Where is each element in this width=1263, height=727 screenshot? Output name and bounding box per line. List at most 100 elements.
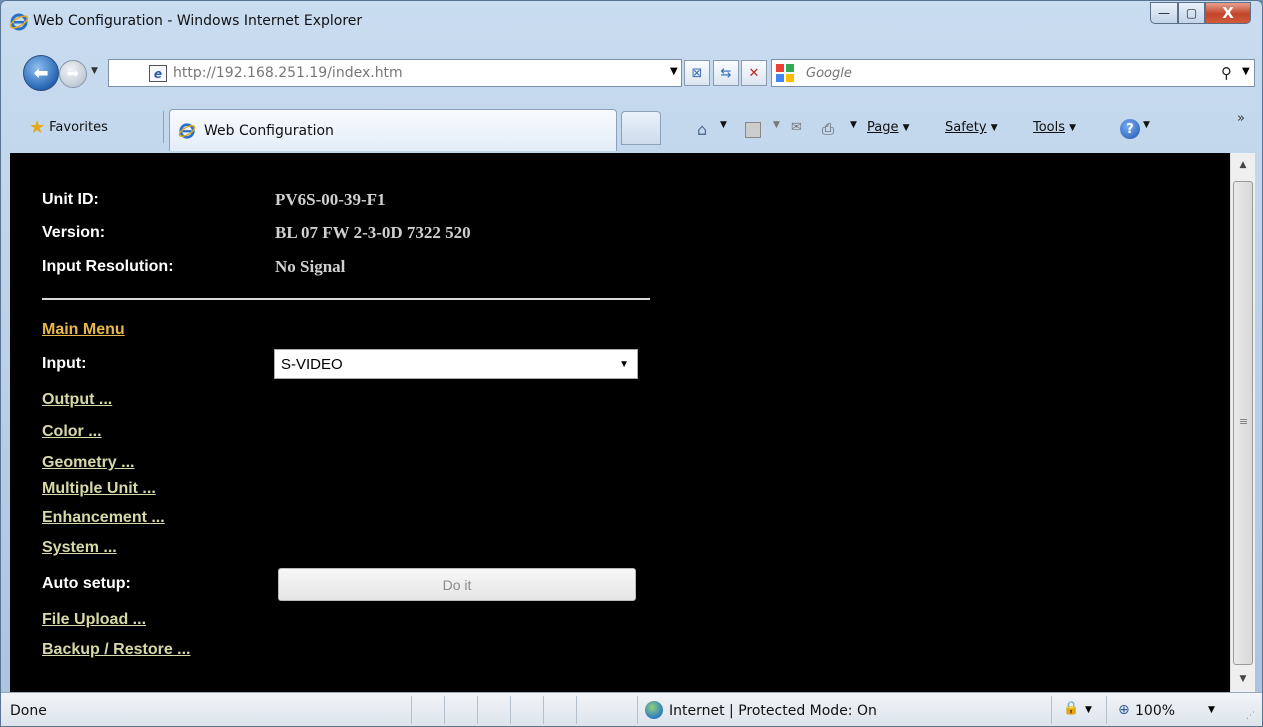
input-label: Input: <box>42 355 87 372</box>
search-box[interactable]: ⚲ ▼ <box>771 59 1255 87</box>
address-dropdown[interactable]: ▼ <box>670 66 678 77</box>
multiple-unit-link[interactable]: Multiple Unit ... <box>42 480 156 498</box>
zone-settings-icon[interactable]: 🔒 <box>1063 701 1079 716</box>
compatibility-view-button[interactable]: ⊠ <box>684 60 710 86</box>
grip-icon: ≡ <box>1239 415 1249 428</box>
enhancement-link[interactable]: Enhancement ... <box>42 509 165 527</box>
stop-icon: ✕ <box>748 65 760 81</box>
status-divider <box>1106 696 1107 724</box>
arrow-left-icon: ⬅ <box>33 62 49 84</box>
search-icon[interactable]: ⚲ <box>1221 64 1232 82</box>
chevron-down-icon: ▼ <box>619 359 629 370</box>
resize-grip-icon[interactable]: ⋰ <box>1246 711 1255 721</box>
print-icon[interactable]: ⎙ <box>822 120 834 138</box>
refresh-icon: ⇆ <box>720 65 732 81</box>
mail-icon[interactable]: ✉ <box>791 120 802 135</box>
google-icon <box>776 64 794 82</box>
status-text: Done <box>10 703 47 719</box>
refresh-button[interactable]: ⇆ <box>713 60 739 86</box>
system-link[interactable]: System ... <box>42 539 117 557</box>
zone-dropdown[interactable]: ▼ <box>1085 705 1092 715</box>
arrow-right-icon: ➡ <box>67 66 79 82</box>
status-divider <box>637 696 638 724</box>
page-menu-label: Page <box>867 120 899 135</box>
page-menu[interactable]: Page ▼ <box>867 120 910 135</box>
toolbar-overflow-chevron-icon[interactable]: » <box>1237 111 1245 126</box>
close-button[interactable]: X <box>1205 2 1251 24</box>
status-divider <box>1051 696 1052 724</box>
version-value: BL 07 FW 2-3-0D 7322 520 <box>275 223 471 242</box>
maximize-button[interactable]: ▢ <box>1178 2 1205 24</box>
print-dropdown[interactable]: ▼ <box>850 120 857 130</box>
globe-icon <box>645 701 663 719</box>
file-upload-link[interactable]: File Upload ... <box>42 611 146 629</box>
input-resolution-value: No Signal <box>275 257 346 276</box>
chevron-down-icon: ▼ <box>1069 122 1077 133</box>
zoom-icon[interactable]: ⊕ <box>1118 702 1130 718</box>
status-divider <box>477 696 478 724</box>
safety-menu-label: Safety <box>945 120 987 135</box>
ie-logo-icon <box>9 13 29 31</box>
security-zone[interactable]: Internet | Protected Mode: On <box>669 703 877 719</box>
favorites-label: Favorites <box>49 119 108 135</box>
safety-menu[interactable]: Safety ▼ <box>945 120 998 135</box>
address-input[interactable] <box>173 63 613 83</box>
scroll-down-button[interactable]: ▼ <box>1231 667 1255 691</box>
home-icon[interactable]: ⌂ <box>697 120 707 139</box>
help-dropdown[interactable]: ▼ <box>1143 120 1150 130</box>
back-button[interactable]: ⬅ <box>23 55 59 91</box>
main-menu-link[interactable]: Main Menu <box>42 321 125 339</box>
new-tab-button[interactable] <box>621 111 661 145</box>
tab-label: Web Configuration <box>204 123 334 139</box>
unit-id-value: PV6S-00-39-F1 <box>275 190 386 209</box>
scroll-thumb[interactable]: ≡ <box>1233 181 1253 665</box>
status-divider <box>411 696 412 724</box>
unit-id-label: Unit ID: <box>42 191 99 208</box>
ie-logo-icon <box>178 123 196 139</box>
page-content: Unit ID: PV6S-00-39-F1 Version: BL 07 FW… <box>10 153 1230 692</box>
history-dropdown[interactable]: ▼ <box>91 66 98 76</box>
input-select[interactable]: S-VIDEO ▼ <box>274 349 638 379</box>
status-divider <box>576 696 577 724</box>
help-icon[interactable]: ? <box>1120 119 1140 139</box>
output-link[interactable]: Output ... <box>42 391 112 409</box>
chevron-down-icon: ▼ <box>990 122 998 133</box>
search-input[interactable] <box>806 63 1186 83</box>
tab-bar: ★ Favorites Web Configuration ⌂ ▼ ▼ ✉ ⎙ … <box>1 105 1262 151</box>
zoom-dropdown[interactable]: ▼ <box>1208 705 1215 715</box>
chevron-down-icon: ▼ <box>902 122 910 133</box>
stop-button[interactable]: ✕ <box>741 60 767 86</box>
tab-web-configuration[interactable]: Web Configuration <box>169 109 617 151</box>
zoom-level[interactable]: 100% <box>1135 703 1175 719</box>
page-icon: e <box>149 65 167 82</box>
status-divider <box>543 696 544 724</box>
status-divider <box>444 696 445 724</box>
minimize-button[interactable]: — <box>1150 2 1178 24</box>
version-label: Version: <box>42 224 106 241</box>
backup-restore-link[interactable]: Backup / Restore ... <box>42 641 191 659</box>
forward-button[interactable]: ➡ <box>59 60 87 88</box>
compatibility-icon: ⊠ <box>691 65 703 81</box>
search-options-dropdown[interactable]: ▼ <box>1242 66 1250 77</box>
browser-window: Web Configuration - Windows Internet Exp… <box>0 0 1263 727</box>
input-selected-value: S-VIDEO <box>281 355 343 373</box>
star-icon: ★ <box>29 116 46 138</box>
favorites-button[interactable]: ★ Favorites <box>29 115 108 139</box>
title-bar[interactable]: Web Configuration - Windows Internet Exp… <box>1 1 1262 39</box>
home-dropdown[interactable]: ▼ <box>720 120 727 130</box>
tools-menu[interactable]: Tools ▼ <box>1033 120 1076 135</box>
do-it-button[interactable]: Do it <box>278 568 636 601</box>
address-bar[interactable]: e ▼ <box>108 59 682 87</box>
toolbar-divider <box>163 111 164 143</box>
color-link[interactable]: Color ... <box>42 423 102 441</box>
window-title: Web Configuration - Windows Internet Exp… <box>33 13 363 29</box>
status-bar: Done Internet | Protected Mode: On 🔒 ▼ ⊕… <box>1 692 1262 726</box>
feeds-dropdown[interactable]: ▼ <box>773 120 780 130</box>
section-divider <box>42 298 650 300</box>
feeds-icon[interactable] <box>745 122 761 138</box>
vertical-scrollbar[interactable]: ▲ ≡ ▼ <box>1230 153 1255 692</box>
scroll-up-button[interactable]: ▲ <box>1231 153 1255 177</box>
input-resolution-label: Input Resolution: <box>42 258 174 275</box>
tools-menu-label: Tools <box>1033 120 1066 135</box>
geometry-link[interactable]: Geometry ... <box>42 454 134 472</box>
